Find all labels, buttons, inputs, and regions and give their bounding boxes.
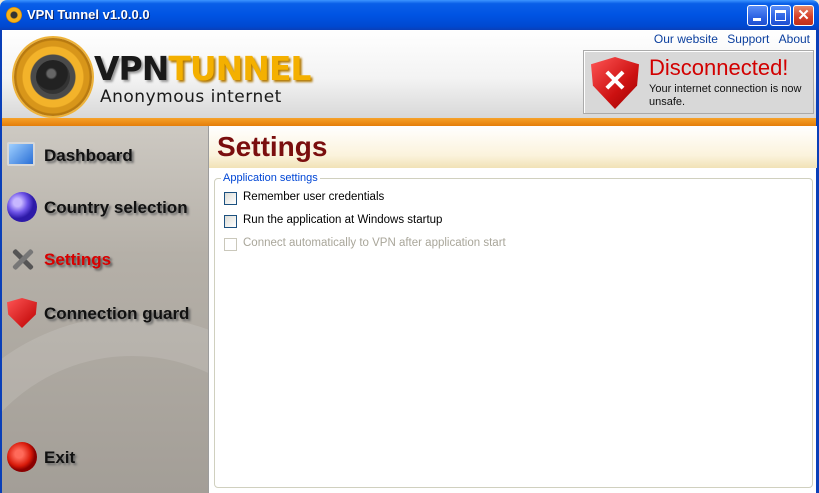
sidebar-item-country-selection[interactable]: Country selection xyxy=(7,190,207,226)
group-title: Application settings xyxy=(221,172,320,184)
option-label[interactable]: Remember user credentials xyxy=(243,191,384,203)
sidebar-item-label: Exit xyxy=(44,448,76,467)
page-header: Settings xyxy=(209,126,817,168)
application-settings-group: Application settings Remember user crede… xyxy=(214,172,813,488)
shield-icon xyxy=(7,298,37,328)
tools-icon xyxy=(7,244,37,274)
sidebar-item-dashboard[interactable]: Dashboard xyxy=(7,138,207,174)
sidebar-item-settings[interactable]: Settings xyxy=(7,242,207,278)
sidebar-item-label: Connection guard xyxy=(44,304,190,323)
sidebar: Dashboard Country selection Settings Con… xyxy=(2,126,208,493)
run-at-startup-checkbox[interactable] xyxy=(224,215,237,228)
header-divider xyxy=(2,118,816,126)
main-panel: Settings Application settings Remember u… xyxy=(208,126,817,493)
app-icon[interactable] xyxy=(6,7,22,23)
close-button[interactable]: ✕ xyxy=(793,5,814,26)
sidebar-item-connection-guard[interactable]: Connection guard xyxy=(7,296,207,332)
window-title: VPN Tunnel v1.0.0.0 xyxy=(27,7,150,22)
auto-connect-checkbox xyxy=(224,238,237,251)
brand-logo: VPNTUNNEL xyxy=(94,49,311,88)
status-x-glyph: ✕ xyxy=(602,65,628,98)
logo-hub-icon xyxy=(36,60,70,94)
link-support[interactable]: Support xyxy=(727,32,769,46)
header-links: Our website Support About xyxy=(648,32,810,46)
globe-icon xyxy=(7,192,37,222)
remember-credentials-checkbox[interactable] xyxy=(224,192,237,205)
sidebar-item-label: Country selection xyxy=(44,198,188,217)
sidebar-item-label: Settings xyxy=(44,250,112,269)
status-message: Your internet connection is now unsafe. xyxy=(649,83,802,108)
window-title-bar[interactable]: VPN Tunnel v1.0.0.0 ✕ xyxy=(0,0,819,30)
page-title: Settings xyxy=(217,131,328,162)
link-our-website[interactable]: Our website xyxy=(654,32,718,46)
sidebar-item-label: Dashboard xyxy=(44,146,133,165)
sidebar-item-exit[interactable]: Exit xyxy=(7,440,207,476)
link-about[interactable]: About xyxy=(779,32,810,46)
exit-icon xyxy=(7,442,37,472)
minimize-button[interactable] xyxy=(747,5,768,26)
option-label[interactable]: Run the application at Windows startup xyxy=(243,214,442,226)
monitor-icon xyxy=(7,142,35,166)
minimize-icon xyxy=(753,18,761,21)
status-title: Disconnected! xyxy=(649,55,789,80)
brand-vpn: VPN xyxy=(94,49,169,88)
brand-tunnel: TUNNEL xyxy=(168,49,311,88)
maximize-icon xyxy=(775,10,786,21)
connection-status-panel: ✕ Disconnected! Your internet connection… xyxy=(583,50,814,114)
brand-tagline: Anonymous internet xyxy=(100,87,282,107)
close-icon: ✕ xyxy=(797,7,810,24)
maximize-button[interactable] xyxy=(770,5,791,26)
option-label: Connect automatically to VPN after appli… xyxy=(243,237,506,249)
